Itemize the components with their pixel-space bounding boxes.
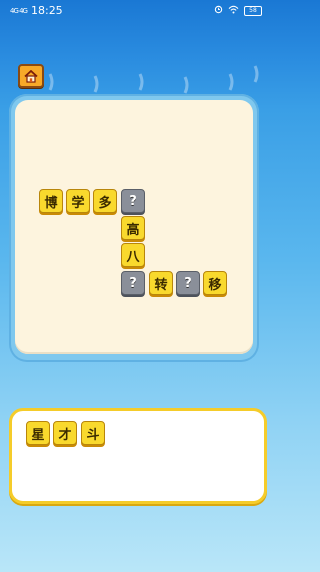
board-tile[interactable]: 移 (203, 271, 227, 295)
board-tile[interactable]: 高 (121, 216, 145, 240)
candidate-panel: 星 才 斗 (9, 408, 267, 504)
status-time: 18:25 (30, 4, 63, 17)
board-tile[interactable]: 博 (39, 189, 63, 213)
board-tile[interactable]: 八 (121, 243, 145, 267)
blank-tile[interactable]: ? (121, 189, 145, 213)
status-right: 58 (214, 5, 262, 17)
home-button[interactable] (18, 64, 44, 88)
battery-icon: 58 (244, 6, 262, 16)
board-tile[interactable]: 多 (93, 189, 117, 213)
signal-icon: 4G 4G (10, 6, 28, 15)
status-bar: 4G 4G 18:25 58 (0, 0, 270, 22)
board-area: 博 学 多 ? 高 八 ? 转 ? 移 (15, 100, 253, 354)
alarm-icon (214, 5, 223, 17)
candidate-tile[interactable]: 斗 (81, 421, 105, 445)
blank-tile[interactable]: ? (176, 271, 200, 295)
house-icon (24, 69, 38, 83)
board-panel: 博 学 多 ? 高 八 ? 转 ? 移 (9, 94, 259, 362)
board-tile[interactable]: 学 (66, 189, 90, 213)
status-left: 4G 4G 18:25 (10, 4, 63, 17)
board-tile[interactable]: 转 (149, 271, 173, 295)
blank-tile[interactable]: ? (121, 271, 145, 295)
candidate-tile[interactable]: 才 (53, 421, 77, 445)
wifi-icon (228, 5, 239, 17)
candidate-tile[interactable]: 星 (26, 421, 50, 445)
